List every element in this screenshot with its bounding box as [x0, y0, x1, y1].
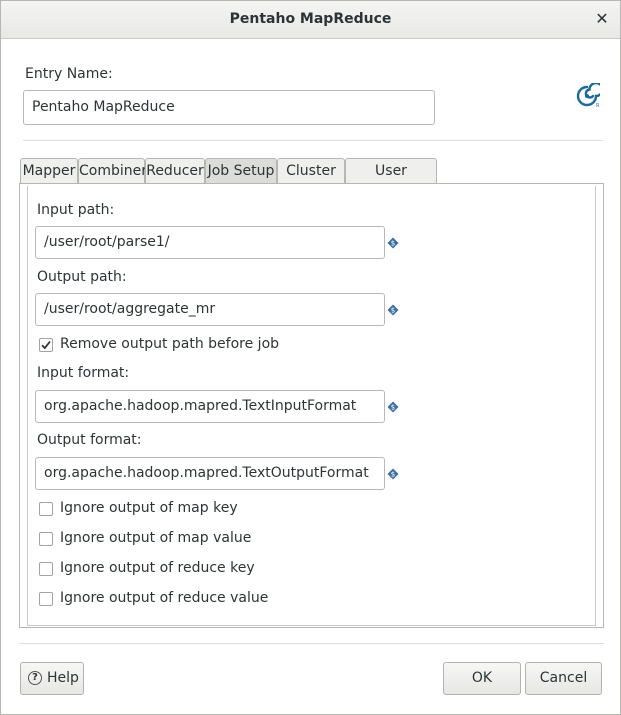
output-path-input[interactable]: /user/root/aggregate_mr: [35, 293, 385, 326]
tab-strip: Mapper Combiner Reducer Job Setup Cluste…: [19, 158, 604, 203]
ignore-map-key-label: Ignore output of map key: [60, 500, 238, 516]
tab-user-defined[interactable]: User Defined: [345, 158, 437, 203]
title-bar[interactable]: Pentaho MapReduce ✕: [1, 1, 620, 39]
entry-name-input[interactable]: Pentaho MapReduce: [23, 90, 435, 125]
ignore-map-value-label: Ignore output of map value: [60, 530, 252, 546]
pentaho-logo-icon: R: [576, 83, 600, 109]
dialog-window: Pentaho MapReduce ✕ Entry Name: Pentaho …: [0, 0, 621, 715]
window-title: Pentaho MapReduce: [229, 11, 392, 27]
tab-cluster[interactable]: Cluster: [277, 158, 345, 183]
ignore-reduce-value-checkbox[interactable]: [39, 592, 53, 606]
variable-diamond-icon[interactable]: $: [387, 237, 399, 249]
separator: [23, 140, 603, 141]
variable-diamond-icon[interactable]: $: [387, 468, 399, 480]
help-button[interactable]: ? Help: [20, 662, 84, 695]
input-format-input[interactable]: org.apache.hadoop.mapred.TextInputFormat: [35, 390, 385, 423]
ignore-reduce-value-label: Ignore output of reduce value: [60, 590, 269, 606]
logo-mark: R: [596, 103, 600, 109]
svg-text:$: $: [391, 404, 395, 412]
svg-text:$: $: [391, 240, 395, 248]
svg-text:$: $: [391, 471, 395, 479]
entry-name-label: Entry Name:: [25, 66, 113, 82]
output-format-input[interactable]: org.apache.hadoop.mapred.TextOutputForma…: [35, 457, 385, 490]
ignore-map-key-checkbox[interactable]: [39, 502, 53, 516]
svg-text:$: $: [391, 307, 395, 315]
input-format-label: Input format:: [37, 365, 130, 381]
checkmark-icon: [41, 340, 51, 350]
footer-separator: [19, 643, 604, 644]
ignore-map-value-checkbox[interactable]: [39, 532, 53, 546]
variable-diamond-icon[interactable]: $: [387, 304, 399, 316]
input-path-label: Input path:: [37, 202, 115, 218]
help-button-label: Help: [47, 670, 79, 686]
close-icon[interactable]: ✕: [594, 9, 610, 29]
tab-combiner[interactable]: Combiner: [78, 158, 147, 183]
help-icon: ?: [28, 671, 42, 685]
tab-mapper[interactable]: Mapper: [20, 158, 78, 183]
ignore-reduce-key-checkbox[interactable]: [39, 562, 53, 576]
ok-button[interactable]: OK: [443, 662, 521, 695]
remove-output-label: Remove output path before job: [60, 336, 280, 352]
tab-reducer[interactable]: Reducer: [145, 158, 205, 183]
ignore-reduce-key-label: Ignore output of reduce key: [60, 560, 255, 576]
output-path-label: Output path:: [37, 269, 127, 285]
remove-output-checkbox[interactable]: [39, 338, 53, 352]
input-path-input[interactable]: /user/root/parse1/: [35, 226, 385, 259]
tab-job-setup[interactable]: Job Setup: [205, 158, 277, 183]
cancel-button[interactable]: Cancel: [525, 662, 602, 695]
output-format-label: Output format:: [37, 432, 142, 448]
variable-diamond-icon[interactable]: $: [387, 401, 399, 413]
